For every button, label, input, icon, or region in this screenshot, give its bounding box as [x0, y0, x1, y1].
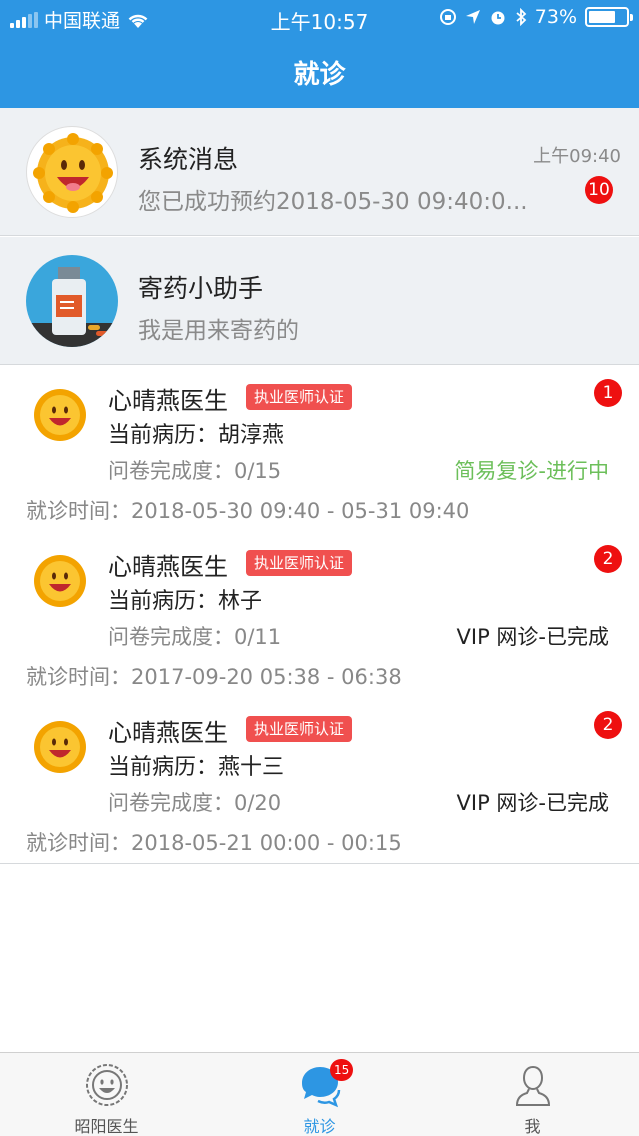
- battery-fill: [589, 11, 616, 23]
- tab-visits[interactable]: 15 就诊: [213, 1053, 426, 1136]
- visit-status: 简易复诊-进行中: [454, 459, 609, 483]
- tab-label: 我: [524, 1117, 541, 1136]
- app-header: 中国联通 上午10:57 73% 就诊: [0, 0, 639, 108]
- medicine-bottle-icon: [26, 255, 118, 347]
- visit-card[interactable]: 心晴燕医生 执业医师认证 当前病历：林子 问卷完成度：0/11 VIP 网诊-已…: [0, 531, 639, 698]
- status-right: 73%: [439, 6, 633, 28]
- message-preview: 您已成功预约2018-05-30 09:40:0...: [138, 189, 528, 215]
- message-title: 寄药小助手: [138, 274, 264, 303]
- battery-icon: [585, 7, 633, 27]
- survey-progress: 问卷完成度：0/15: [108, 459, 282, 483]
- page-title: 就诊: [293, 60, 346, 90]
- doctor-avatar-icon: [30, 385, 90, 445]
- location-icon: [465, 10, 480, 24]
- visit-card[interactable]: 心晴燕医生 执业医师认证 当前病历：燕十三 问卷完成度：0/20 VIP 网诊-…: [0, 697, 639, 864]
- alarm-icon: [491, 11, 505, 25]
- rotation-lock-icon: [439, 9, 456, 25]
- certification-tag: 执业医师认证: [246, 550, 353, 576]
- current-record: 当前病历：胡淳燕: [108, 423, 285, 448]
- certification-tag: 执业医师认证: [246, 716, 353, 742]
- certification-tag: 执业医师认证: [246, 384, 353, 410]
- unread-badge: 1: [594, 379, 622, 407]
- visit-status: VIP 网诊-已完成: [456, 625, 609, 649]
- sun-mascot-icon: [26, 126, 118, 218]
- person-icon: [515, 1065, 550, 1106]
- tab-label: 就诊: [303, 1117, 336, 1136]
- visit-time: 就诊时间：2018-05-21 00:00 - 00:15: [26, 831, 402, 855]
- unread-badge: 2: [594, 545, 622, 573]
- visit-status: VIP 网诊-已完成: [456, 791, 609, 815]
- doctor-avatar-icon: [30, 551, 90, 611]
- doctor-name: 心晴燕医生: [108, 719, 228, 747]
- doctor-avatar-icon: [30, 717, 90, 777]
- message-title: 系统消息: [138, 145, 239, 174]
- unread-badge: 10: [585, 176, 613, 204]
- survey-progress: 问卷完成度：0/11: [108, 625, 282, 649]
- message-time: 上午09:40: [533, 146, 621, 167]
- battery-percent: 73%: [534, 6, 577, 28]
- unread-badge: 2: [594, 711, 622, 739]
- tab-label: 昭阳医生: [74, 1117, 139, 1136]
- doctor-name: 心晴燕医生: [108, 387, 228, 415]
- current-record: 当前病历：燕十三: [108, 755, 285, 780]
- message-row-system[interactable]: 系统消息 您已成功预约2018-05-30 09:40:0... 上午09:40…: [0, 108, 639, 236]
- tab-badge: 15: [330, 1059, 354, 1081]
- survey-progress: 问卷完成度：0/20: [108, 791, 282, 815]
- visit-time: 就诊时间：2018-05-30 09:40 - 05-31 09:40: [26, 499, 470, 523]
- tab-me[interactable]: 我: [426, 1053, 639, 1136]
- current-record: 当前病历：林子: [108, 589, 263, 614]
- visit-time: 就诊时间：2017-09-20 05:38 - 06:38: [26, 665, 402, 689]
- sun-face-icon: [85, 1064, 128, 1106]
- status-bar: 中国联通 上午10:57 73%: [0, 0, 639, 36]
- tab-bar: 昭阳医生 15 就诊 我: [0, 1052, 639, 1136]
- doctor-name: 心晴燕医生: [108, 553, 228, 581]
- bluetooth-icon: [516, 8, 527, 26]
- visit-card[interactable]: 心晴燕医生 执业医师认证 当前病历：胡淳燕 问卷完成度：0/15 简易复诊-进行…: [0, 365, 639, 532]
- tab-zhaoyang-doctor[interactable]: 昭阳医生: [0, 1053, 213, 1136]
- message-preview: 我是用来寄药的: [138, 318, 299, 344]
- message-row-medicine-helper[interactable]: 寄药小助手 我是用来寄药的: [0, 237, 639, 365]
